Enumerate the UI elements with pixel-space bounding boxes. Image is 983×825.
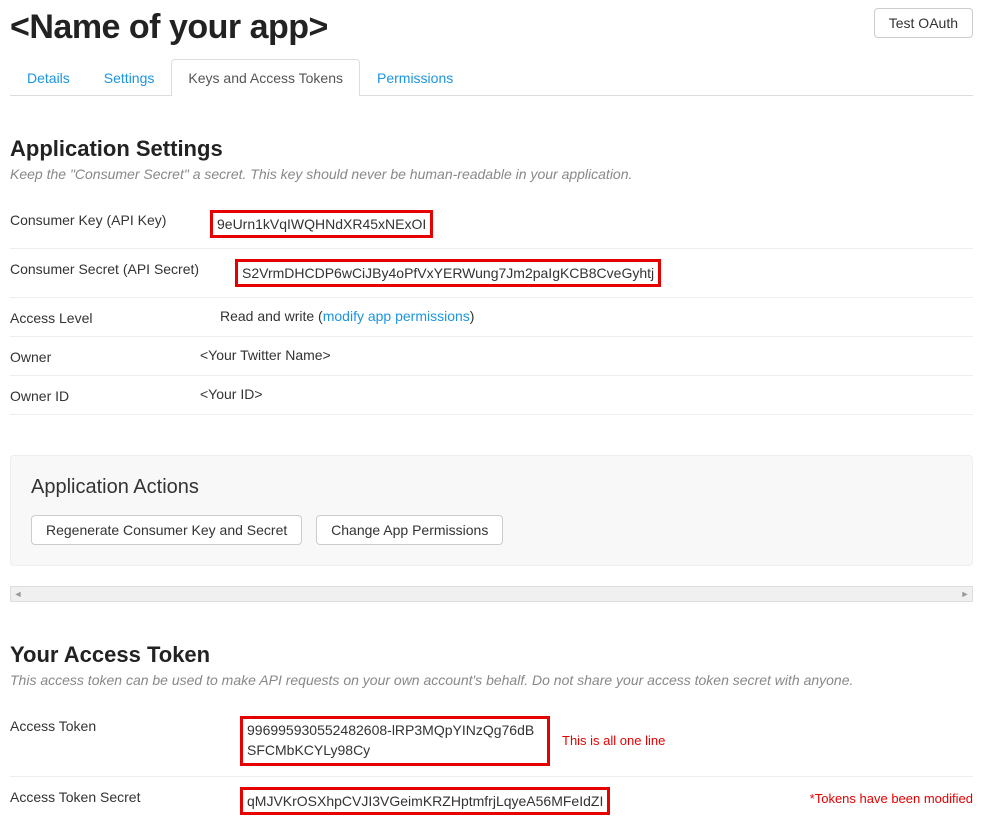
tab-bar: Details Settings Keys and Access Tokens … [10, 59, 973, 96]
access-token-secret-value: qMJVKrOSXhpCVJI3VGeimKRZHptmfrjLqyeA56MF… [240, 787, 610, 815]
access-token-value: 996995930552482608-lRP3MQpYINzQg76dBSFCM… [240, 716, 550, 765]
modify-permissions-link[interactable]: modify app permissions [323, 308, 470, 324]
application-settings-subtitle: Keep the "Consumer Secret" a secret. Thi… [10, 166, 973, 182]
owner-value: <Your Twitter Name> [200, 347, 331, 363]
regenerate-key-button[interactable]: Regenerate Consumer Key and Secret [31, 515, 302, 545]
scroll-left-icon[interactable]: ◄ [11, 587, 25, 601]
access-token-secret-label: Access Token Secret [10, 787, 230, 805]
access-token-section: Your Access Token This access token can … [10, 642, 973, 824]
application-actions-panel: Application Actions Regenerate Consumer … [10, 455, 973, 566]
owner-id-label: Owner ID [10, 386, 210, 404]
one-line-note: This is all one line [562, 733, 665, 748]
tokens-modified-note: *Tokens have been modified [810, 791, 973, 806]
consumer-key-label: Consumer Key (API Key) [10, 210, 210, 228]
application-settings-heading: Application Settings [10, 136, 973, 162]
access-level-label: Access Level [10, 308, 210, 326]
access-token-label: Access Token [10, 716, 230, 734]
tab-permissions[interactable]: Permissions [360, 59, 470, 96]
access-token-subtitle: This access token can be used to make AP… [10, 672, 973, 688]
consumer-key-value: 9eUrn1kVqIWQHNdXR45xNExOI [210, 210, 433, 238]
consumer-secret-label: Consumer Secret (API Secret) [10, 259, 210, 277]
access-token-heading: Your Access Token [10, 642, 973, 668]
tab-details[interactable]: Details [10, 59, 87, 96]
horizontal-scrollbar[interactable]: ◄ ► [10, 586, 973, 602]
owner-label: Owner [10, 347, 210, 365]
application-actions-heading: Application Actions [31, 476, 952, 499]
tab-settings[interactable]: Settings [87, 59, 172, 96]
change-permissions-button[interactable]: Change App Permissions [316, 515, 503, 545]
test-oauth-button[interactable]: Test OAuth [874, 8, 973, 38]
application-settings-section: Application Settings Keep the "Consumer … [10, 136, 973, 415]
tab-keys-tokens[interactable]: Keys and Access Tokens [171, 59, 360, 96]
scroll-right-icon[interactable]: ► [958, 587, 972, 601]
access-level-value: Read and write (modify app permissions) [220, 308, 474, 324]
consumer-secret-value: S2VrmDHCDP6wCiJBy4oPfVxYERWung7Jm2paIgKC… [235, 259, 661, 287]
page-title: <Name of your app> [10, 8, 328, 47]
owner-id-value: <Your ID> [200, 386, 263, 402]
